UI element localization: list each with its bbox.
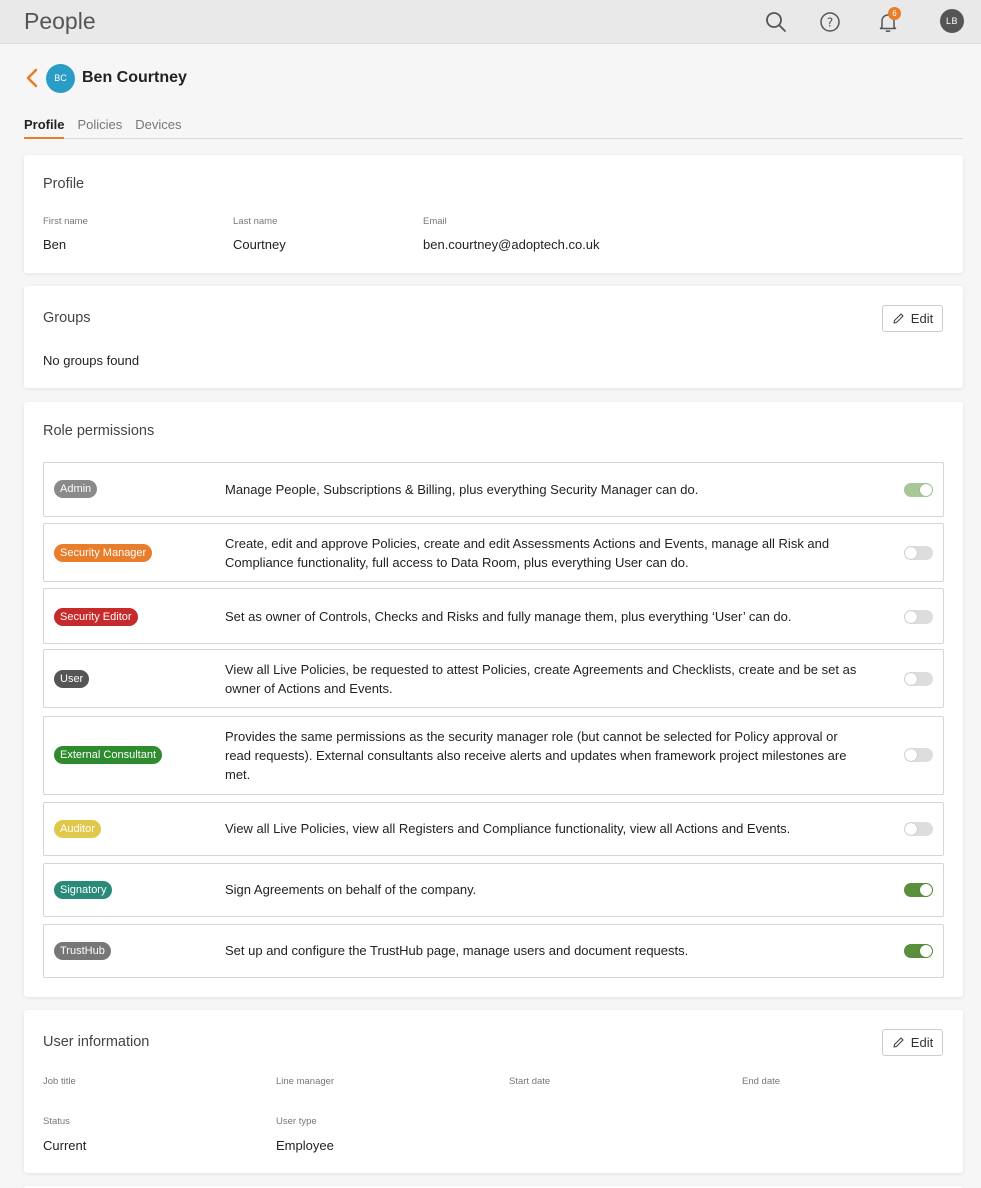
- role-description: Sign Agreements on behalf of the company…: [225, 882, 477, 897]
- pencil-icon: [893, 1037, 904, 1048]
- email-label: Email: [423, 216, 447, 227]
- last-name-value: Courtney: [233, 237, 286, 252]
- user-information-title: User information: [43, 1034, 150, 1050]
- role-description: View all Live Policies, view all Registe…: [225, 821, 791, 836]
- role-badge-signatory: Signatory: [54, 881, 113, 899]
- groups-card: Groups Edit No groups found: [24, 286, 963, 388]
- role-row-signatory: Signatory Sign Agreements on behalf of t…: [43, 863, 944, 917]
- groups-edit-button[interactable]: Edit: [882, 305, 943, 332]
- role-row-external-consultant: External Consultant Provides the same pe…: [43, 716, 944, 795]
- person-avatar: BC: [46, 63, 75, 93]
- profile-card: Profile First name Ben Last name Courtne…: [24, 155, 963, 273]
- role-toggle-security-editor[interactable]: [904, 610, 933, 624]
- role-permissions-card: Role permissions Admin Manage People, Su…: [24, 402, 963, 997]
- user-information-edit-label: Edit: [910, 1035, 934, 1050]
- user-information-card: User information Edit Job title Line man…: [24, 1010, 963, 1173]
- role-description: View all Live Policies, be requested to …: [225, 662, 857, 696]
- status-value: Current: [43, 1138, 87, 1153]
- svg-text:?: ?: [827, 16, 833, 30]
- profile-tabs: Profile Policies Devices: [24, 117, 963, 139]
- role-row-user: User View all Live Policies, be requeste…: [43, 649, 944, 708]
- role-toggle-auditor[interactable]: [904, 822, 933, 836]
- role-row-trusthub: TrustHub Set up and configure the TrustH…: [43, 924, 944, 978]
- search-icon[interactable]: [763, 9, 789, 35]
- role-toggle-security-manager[interactable]: [904, 546, 933, 560]
- person-header: BC Ben Courtney: [24, 63, 187, 93]
- role-description: Manage People, Subscriptions & Billing, …: [225, 482, 699, 497]
- tab-policies[interactable]: Policies: [77, 117, 122, 139]
- role-description: Create, edit and approve Policies, creat…: [225, 536, 830, 570]
- person-name: Ben Courtney: [82, 69, 187, 86]
- role-permissions-title: Role permissions: [43, 423, 155, 439]
- groups-card-title: Groups: [43, 310, 91, 326]
- role-badge-user: User: [54, 670, 90, 688]
- tab-profile[interactable]: Profile: [24, 117, 65, 139]
- role-badge-auditor: Auditor: [54, 820, 101, 838]
- role-toggle-user[interactable]: [904, 672, 933, 686]
- user-information-edit-button[interactable]: Edit: [882, 1029, 943, 1056]
- role-toggle-signatory[interactable]: [904, 883, 933, 897]
- role-description: Provides the same permissions as the sec…: [225, 729, 847, 782]
- line-manager-label: Line manager: [276, 1076, 335, 1087]
- role-toggle-trusthub[interactable]: [904, 944, 933, 958]
- current-user-avatar[interactable]: LB: [940, 9, 964, 33]
- app-title: People: [24, 8, 96, 34]
- notifications-bell-icon[interactable]: 6: [875, 7, 901, 35]
- back-chevron-icon[interactable]: [24, 66, 40, 90]
- notification-count-badge: 6: [888, 7, 901, 20]
- status-label: Status: [43, 1116, 70, 1127]
- pencil-icon: [893, 313, 904, 324]
- no-groups-text: No groups found: [43, 353, 140, 368]
- tab-devices[interactable]: Devices: [135, 117, 181, 139]
- user-type-label: User type: [276, 1116, 317, 1127]
- role-toggle-external-consultant[interactable]: [904, 748, 933, 762]
- help-icon[interactable]: ?: [817, 9, 843, 35]
- groups-edit-label: Edit: [910, 311, 934, 326]
- start-date-label: Start date: [509, 1076, 551, 1087]
- end-date-label: End date: [742, 1076, 781, 1087]
- last-name-label: Last name: [233, 216, 278, 227]
- role-row-security-editor: Security Editor Set as owner of Controls…: [43, 588, 944, 644]
- role-badge-admin: Admin: [54, 480, 98, 498]
- first-name-label: First name: [43, 216, 88, 227]
- user-type-value: Employee: [276, 1138, 334, 1153]
- role-description: Set as owner of Controls, Checks and Ris…: [225, 609, 792, 624]
- email-value: ben.courtney@adoptech.co.uk: [423, 237, 600, 252]
- role-badge-security-editor: Security Editor: [54, 608, 138, 626]
- first-name-value: Ben: [43, 237, 67, 252]
- role-badge-security-manager: Security Manager: [54, 544, 153, 562]
- role-row-security-manager: Security Manager Create, edit and approv…: [43, 523, 944, 582]
- role-badge-external-consultant: External Consultant: [54, 746, 162, 764]
- role-row-auditor: Auditor View all Live Policies, view all…: [43, 802, 944, 856]
- role-badge-trusthub: TrustHub: [54, 942, 111, 960]
- role-toggle-admin: [904, 483, 933, 497]
- job-title-label: Job title: [43, 1076, 76, 1087]
- role-row-admin: Admin Manage People, Subscriptions & Bil…: [43, 462, 944, 517]
- top-bar: People ? 6 LB: [0, 0, 981, 44]
- role-description: Set up and configure the TrustHub page, …: [225, 943, 689, 958]
- profile-card-title: Profile: [43, 176, 85, 192]
